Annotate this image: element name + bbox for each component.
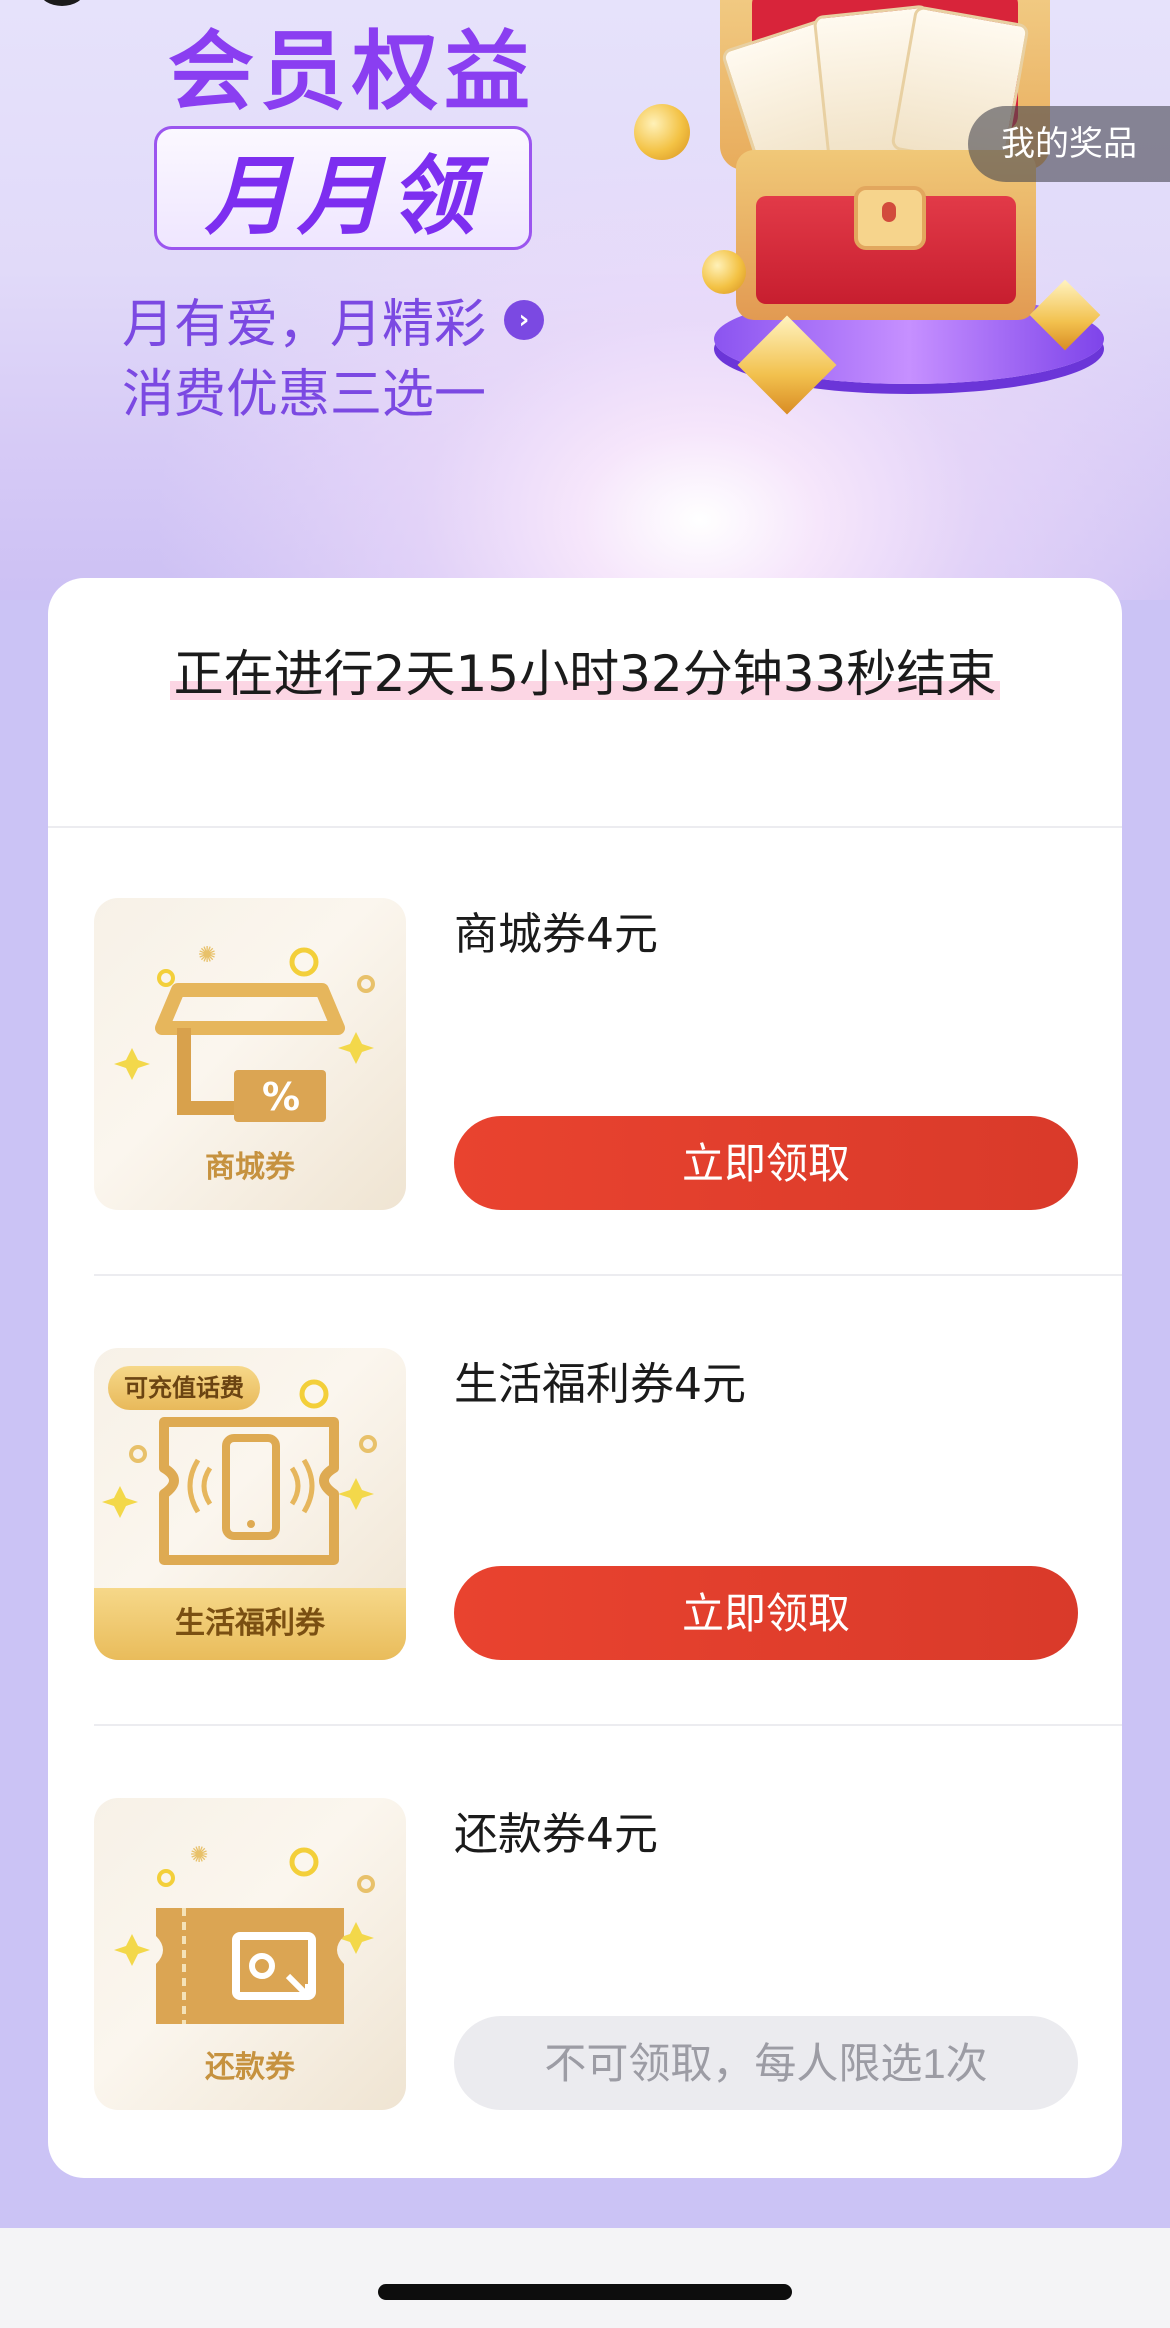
home-indicator[interactable] — [378, 2284, 792, 2300]
banner-subtitle-line2: 消费优惠三选一 — [122, 365, 487, 425]
coupon-thumbnail: ✺ % 商城券 — [94, 898, 406, 1210]
banner-subtitle-link[interactable]: 月有爱，月精彩 › — [122, 282, 545, 357]
my-prizes-button[interactable]: 我的奖品 — [968, 106, 1170, 182]
thumbnail-caption: 还款券 — [205, 2050, 295, 2085]
countdown-text: 正在进行2天15小时32分钟33秒结束 — [169, 634, 1001, 706]
banner-title: 会员权益 — [168, 22, 536, 122]
page: 会员权益 月月领 月有爱，月精彩 › 消费优惠三选一 我的奖品 正在进行2天15… — [0, 0, 1170, 2228]
divider — [94, 1724, 1122, 1726]
coupon-thumbnail: 可充值话费 生活福利券 — [94, 1348, 406, 1660]
coupon-thumbnail: ✺ 还款券 — [94, 1798, 406, 2110]
status-dot — [40, 0, 84, 6]
list-item-mall-coupon: ✺ % 商城券 商城券4元 立即领取 — [94, 828, 1122, 1278]
claim-button[interactable]: 立即领取 — [454, 1116, 1078, 1210]
banner-ribbon-text: 月月领 — [205, 146, 481, 247]
svg-text:✺: ✺ — [198, 943, 216, 968]
coin-graphic — [634, 104, 690, 160]
offers-card: 正在进行2天15小时32分钟33秒结束 ✺ % 商城券 商城券4元 立即领取 可… — [48, 578, 1122, 2178]
chevron-right-icon: › — [504, 299, 545, 340]
claim-button-disabled[interactable]: 不可领取，每人限选1次 — [454, 2016, 1078, 2110]
thumbnail-caption: 商城券 — [205, 1150, 295, 1185]
item-title: 商城券4元 — [454, 909, 658, 960]
divider — [94, 1274, 1122, 1276]
list-item-repayment-coupon: ✺ 还款券 还款券4元 不可领取，每人限选1次 — [94, 1728, 1122, 2178]
treasure-chest-illustration — [634, 0, 1110, 440]
lock-icon — [854, 186, 926, 250]
countdown: 正在进行2天15小时32分钟33秒结束 — [48, 634, 1122, 706]
coin-graphic — [702, 250, 746, 294]
svg-text:%: % — [262, 1075, 300, 1119]
claim-button[interactable]: 立即领取 — [454, 1566, 1078, 1660]
item-title: 还款券4元 — [454, 1809, 658, 1860]
countdown-row: 正在进行2天15小时32分钟33秒结束 — [48, 578, 1122, 828]
list-item-life-coupon: 可充值话费 生活福利券 生活福利券4元 立即领取 — [94, 1278, 1122, 1728]
banner-ribbon: 月月领 — [154, 126, 532, 250]
thumbnail-tag: 可充值话费 — [108, 1366, 260, 1410]
item-title: 生活福利券4元 — [454, 1359, 746, 1410]
banner-subtitle-line1: 月有爱，月精彩 — [122, 295, 487, 355]
hero-banner: 会员权益 月月领 月有爱，月精彩 › 消费优惠三选一 我的奖品 — [0, 0, 1170, 600]
svg-text:✺: ✺ — [190, 1843, 208, 1868]
thumbnail-caption: 生活福利券 — [94, 1588, 406, 1660]
